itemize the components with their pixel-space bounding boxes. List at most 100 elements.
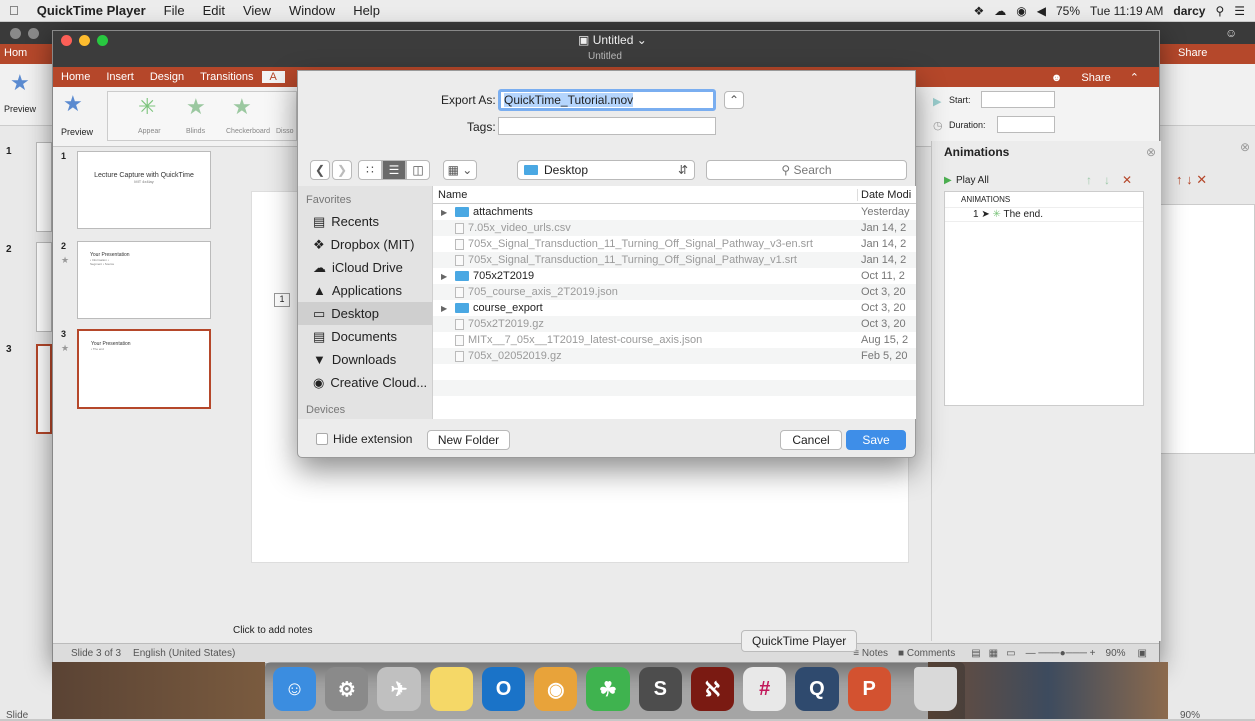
file-row[interactable]: ▶705x2T2019Oct 11, 2 [433, 268, 916, 284]
effect-dissolve[interactable]: Disso [276, 128, 294, 135]
acrobat-icon[interactable]: ℵ [691, 667, 734, 711]
hide-extension-checkbox[interactable] [316, 433, 328, 445]
list-view-button[interactable]: ☰ [382, 160, 406, 180]
sidebar-item-documents[interactable]: ▤Documents [298, 325, 432, 348]
file-row[interactable]: 705_course_axis_2T2019.jsonOct 3, 20 [433, 284, 916, 300]
effect-checkerboard[interactable]: Checkerboard [226, 128, 270, 135]
appear-icon[interactable]: ✳ [138, 94, 156, 120]
creative-cloud-icon[interactable]: ☁ [994, 4, 1006, 18]
duration-stepper[interactable] [997, 116, 1055, 133]
cancel-button[interactable]: Cancel [780, 430, 842, 450]
launchpad-icon[interactable]: ✈ [377, 667, 420, 711]
apple-menu-icon[interactable]:  [0, 3, 28, 18]
back-slide-thumb-2[interactable] [36, 242, 52, 332]
battery-label[interactable]: 75% [1056, 4, 1080, 18]
user-name[interactable]: darcy [1173, 4, 1205, 18]
sublime-icon[interactable]: S [639, 667, 682, 711]
wifi-icon[interactable]: ◉ [1016, 4, 1026, 18]
evernote-icon[interactable]: ☘ [586, 667, 629, 711]
hide-extension-label[interactable]: Hide extension [333, 432, 412, 446]
start-select[interactable] [981, 91, 1055, 108]
notes-placeholder[interactable]: Click to add notes [233, 625, 313, 636]
blinds-icon[interactable]: ★ [186, 94, 206, 120]
save-button[interactable]: Save [846, 430, 906, 450]
sidebar-item-applications[interactable]: ▲Applications [298, 279, 432, 302]
animation-item[interactable]: 1 ➤ ✳ The end. [945, 208, 1143, 222]
quicktime-icon[interactable]: Q [795, 667, 838, 711]
checkerboard-icon[interactable]: ★ [232, 94, 252, 120]
sidebar-item-downloads[interactable]: ▼Downloads [298, 348, 432, 371]
tab-insert[interactable]: Insert [98, 71, 142, 83]
search-field[interactable]: ⚲ Search [706, 160, 907, 180]
chrome-icon[interactable]: ◉ [534, 667, 577, 711]
remove-animation-icon[interactable]: ✕ [1122, 173, 1132, 187]
file-row[interactable]: MITx__7_05x__1T2019_latest-course_axis.j… [433, 332, 916, 348]
animation-order-marker[interactable]: 1 [274, 293, 290, 307]
spotlight-icon[interactable]: ⚲ [1215, 4, 1224, 18]
disclosure-triangle-icon[interactable]: ▶ [441, 304, 451, 313]
preview-star-icon[interactable]: ★ [63, 91, 83, 117]
minimize-button[interactable] [79, 35, 90, 46]
notes-icon[interactable] [430, 667, 473, 711]
column-name-header[interactable]: Name [433, 189, 858, 201]
export-filename-input[interactable]: QuickTime_Tutorial.mov [498, 89, 716, 111]
file-row[interactable]: 705x_02052019.gzFeb 5, 20 [433, 348, 916, 364]
menu-edit[interactable]: Edit [194, 3, 234, 18]
file-row[interactable]: 705x2T2019.gzOct 3, 20 [433, 316, 916, 332]
back-minimize-button[interactable] [28, 28, 39, 39]
outlook-icon[interactable]: O [482, 667, 525, 711]
back-nav-button[interactable]: ❮ [310, 160, 330, 180]
back-close-pane-icon[interactable]: ⊗ [1240, 140, 1250, 154]
tab-design[interactable]: Design [142, 71, 192, 83]
powerpoint-icon[interactable]: P [848, 667, 891, 711]
file-row[interactable]: 7.05x_video_urls.csvJan 14, 2 [433, 220, 916, 236]
zoom-button[interactable] [97, 35, 108, 46]
close-button[interactable] [61, 35, 72, 46]
location-popup[interactable]: Desktop ⇵ [517, 160, 695, 180]
tab-animations[interactable]: A [262, 71, 285, 83]
window-title[interactable]: ▣ Untitled ⌄ [578, 33, 647, 47]
menu-app-name[interactable]: QuickTime Player [28, 3, 155, 18]
finder-icon[interactable]: ☺ [273, 667, 316, 711]
tags-input[interactable] [498, 117, 716, 135]
menu-view[interactable]: View [234, 3, 280, 18]
slide-thumb-1[interactable]: Lecture Capture with QuickTime MIT 4x4la… [77, 151, 211, 229]
trash-icon[interactable] [914, 667, 957, 711]
back-anim-controls-icon[interactable]: ↑ ↓ ✕ [1176, 172, 1207, 188]
move-down-icon[interactable]: ↓ [1104, 173, 1110, 187]
preview-label[interactable]: Preview [61, 127, 93, 137]
collapse-dialog-button[interactable]: ⌃ [724, 91, 744, 109]
reading-view-icon[interactable]: ▭ [1006, 648, 1015, 659]
slack-icon[interactable]: # [743, 667, 786, 711]
menu-help[interactable]: Help [344, 3, 389, 18]
back-slide-thumb-3[interactable] [36, 344, 52, 434]
forward-nav-button[interactable]: ❯ [332, 160, 352, 180]
back-close-button[interactable] [10, 28, 21, 39]
smiley-icon[interactable]: ☺ [1225, 26, 1237, 40]
file-row[interactable]: ▶attachmentsYesterday [433, 204, 916, 220]
clock[interactable]: Tue 11:19 AM [1090, 4, 1163, 18]
zoom-level[interactable]: 90% [1106, 648, 1126, 659]
sidebar-item-desktop[interactable]: ▭Desktop [298, 302, 432, 325]
new-folder-button[interactable]: New Folder [427, 430, 510, 450]
move-up-icon[interactable]: ↑ [1086, 173, 1092, 187]
close-pane-icon[interactable]: ⊗ [1146, 145, 1156, 159]
back-slide-thumb-1[interactable] [36, 142, 52, 232]
slide-thumb-3[interactable]: Your Presentation • The end [77, 329, 211, 409]
notes-button[interactable]: ≡ Notes [853, 648, 888, 659]
menu-file[interactable]: File [155, 3, 194, 18]
icon-view-button[interactable]: ∷ [358, 160, 382, 180]
sidebar-item-creative-cloud[interactable]: ◉Creative Cloud... [298, 371, 432, 394]
back-preview-star-icon[interactable]: ★ [10, 70, 30, 96]
slide-thumb-2[interactable]: Your Presentation • Information • Segmen… [77, 241, 211, 319]
disclosure-triangle-icon[interactable]: ▶ [441, 208, 451, 217]
tab-home[interactable]: Home [53, 71, 98, 83]
tab-transitions[interactable]: Transitions [192, 71, 261, 83]
file-row[interactable]: 705x_Signal_Transduction_11_Turning_Off_… [433, 252, 916, 268]
share-button[interactable]: ☻ Share ⌃ [1035, 71, 1159, 84]
volume-icon[interactable]: ◀ [1037, 4, 1046, 18]
dropbox-icon[interactable]: ❖ [974, 4, 985, 18]
normal-view-icon[interactable]: ▤ [971, 648, 980, 659]
system-preferences-icon[interactable]: ⚙ [325, 667, 368, 711]
status-language[interactable]: English (United States) [133, 648, 235, 659]
